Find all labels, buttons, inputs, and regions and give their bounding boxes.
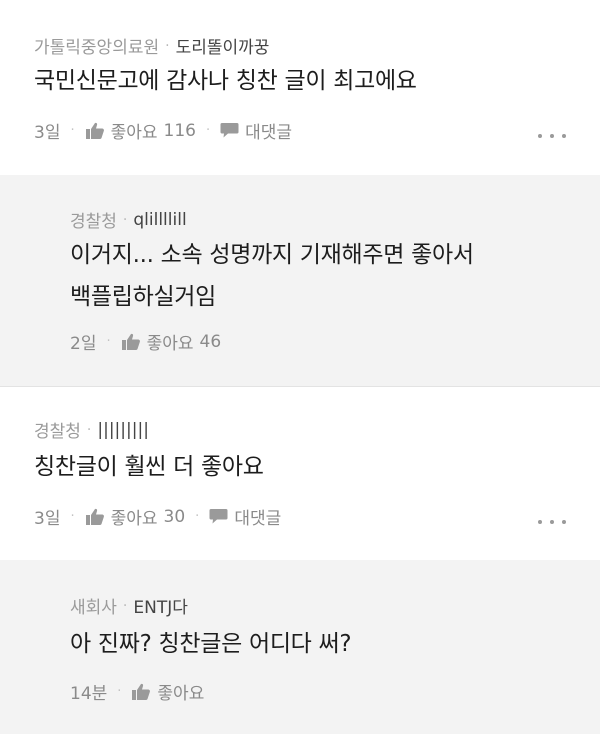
meta-separator: ·: [86, 421, 92, 438]
author-org[interactable]: 경찰청: [70, 207, 117, 232]
thumbs-up-icon[interactable]: [131, 683, 151, 701]
thumbs-up-icon[interactable]: [85, 508, 105, 526]
author-org[interactable]: 가톨릭중앙의료원: [34, 33, 159, 58]
comment-text: 칭찬글이 훨씬 더 좋아요: [34, 454, 264, 480]
comment-text: 이거지... 소속 성명까지 기재해주면 좋아서 백플립하실거임: [70, 242, 474, 310]
comment-1: 가톨릭중앙의료원 · 도리똘이까꿍 국민신문고에 감사나 칭찬 글이 최고에요 …: [0, 0, 600, 175]
comment-meta: 가톨릭중앙의료원 · 도리똘이까꿍: [34, 33, 270, 59]
like-button[interactable]: 좋아요: [147, 329, 194, 354]
comment-meta: 경찰청 · qlillllill: [70, 207, 187, 233]
reply-comment-2: 새회사 · ENTJ다 아 진짜? 칭찬글은 어디다 써? 14분 · 좋아요: [0, 560, 600, 734]
meta-separator: ·: [122, 597, 128, 614]
comment-text: 국민신문고에 감사나 칭찬 글이 최고에요: [34, 68, 417, 94]
meta-separator: ·: [122, 211, 128, 228]
author-nickname[interactable]: ENTJ다: [133, 593, 188, 618]
author-nickname[interactable]: qlillllill: [133, 210, 186, 230]
comment-time: 2일: [70, 334, 97, 354]
thumbs-up-icon[interactable]: [85, 122, 105, 140]
like-count: 116: [163, 120, 196, 141]
meta-separator: ·: [165, 37, 170, 54]
comment-time: 3일: [34, 123, 61, 143]
reply-button[interactable]: 대댓글: [245, 118, 292, 143]
more-dots-icon[interactable]: [538, 518, 566, 526]
like-button[interactable]: 좋아요: [111, 504, 158, 529]
comment-meta: 경찰청 · |||||||||: [34, 417, 149, 443]
comment-actions: 3일 · 좋아요 30 · 대댓글: [34, 504, 281, 530]
like-button[interactable]: 좋아요: [111, 118, 158, 143]
comment-actions: 3일 · 좋아요 116 · 대댓글: [34, 118, 292, 144]
speech-bubble-icon[interactable]: [220, 122, 239, 139]
thumbs-up-icon[interactable]: [121, 333, 141, 351]
comment-meta: 새회사 · ENTJ다: [70, 593, 188, 619]
speech-bubble-icon[interactable]: [209, 508, 228, 525]
like-count: 30: [163, 506, 186, 527]
author-nickname[interactable]: 도리똘이까꿍: [176, 33, 270, 58]
comment-text: 아 진짜? 칭찬글은 어디다 써?: [70, 631, 352, 657]
like-button[interactable]: 좋아요: [157, 679, 204, 704]
comment-time: 3일: [34, 509, 61, 529]
comment-actions: 14분 · 좋아요: [70, 679, 204, 704]
reply-comment-1: 경찰청 · qlillllill 이거지... 소속 성명까지 기재해주면 좋아…: [0, 175, 600, 386]
author-nickname[interactable]: |||||||||: [97, 420, 149, 440]
comment-2: 경찰청 · ||||||||| 칭찬글이 훨씬 더 좋아요 3일 · 좋아요 3…: [0, 387, 600, 560]
like-count: 46: [199, 331, 222, 352]
author-org[interactable]: 경찰청: [34, 417, 81, 442]
author-org[interactable]: 새회사: [70, 593, 117, 618]
reply-button[interactable]: 대댓글: [234, 504, 281, 529]
more-dots-icon[interactable]: [538, 132, 566, 140]
comment-time: 14분: [70, 684, 108, 704]
comment-actions: 2일 · 좋아요 46: [70, 329, 222, 355]
